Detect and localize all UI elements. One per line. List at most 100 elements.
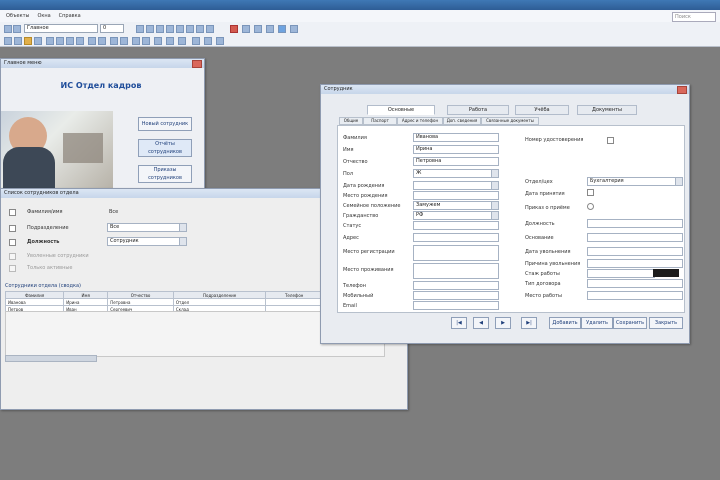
menu-item-objects[interactable]: Объекты bbox=[6, 13, 30, 19]
chart-icon[interactable] bbox=[120, 37, 128, 45]
find-icon[interactable] bbox=[166, 25, 174, 33]
delete-icon[interactable] bbox=[98, 37, 106, 45]
filter-checkbox-department[interactable] bbox=[9, 225, 16, 232]
window-icon[interactable] bbox=[192, 37, 200, 45]
open-icon[interactable] bbox=[14, 37, 22, 45]
sex-select[interactable]: Ж bbox=[413, 169, 499, 178]
filter-checkbox-active[interactable] bbox=[9, 265, 16, 272]
filter-department-select[interactable]: Все bbox=[107, 223, 187, 232]
column-header-department[interactable]: Подразделение bbox=[172, 291, 267, 299]
back-icon[interactable] bbox=[4, 25, 12, 33]
column-header-firstname[interactable]: Имя bbox=[63, 291, 109, 299]
user-icon[interactable] bbox=[132, 37, 140, 45]
registration-field[interactable] bbox=[413, 245, 499, 261]
menu-item-help[interactable]: Справка bbox=[59, 13, 81, 19]
filter-checkbox-name[interactable] bbox=[9, 209, 16, 216]
department-select[interactable]: Бухгалтерия bbox=[587, 177, 683, 186]
calendar-icon[interactable] bbox=[278, 25, 286, 33]
exit-icon[interactable] bbox=[216, 37, 224, 45]
subtab-general[interactable]: Общие bbox=[339, 117, 363, 125]
save-icon[interactable] bbox=[34, 37, 42, 45]
horizontal-scrollbar[interactable] bbox=[5, 355, 97, 362]
birthdate-field[interactable] bbox=[413, 181, 499, 190]
forward-icon[interactable] bbox=[13, 25, 21, 33]
tab-study[interactable]: Учёба bbox=[515, 105, 569, 115]
contract-type-field[interactable] bbox=[587, 279, 683, 288]
basis-field[interactable] bbox=[587, 233, 683, 242]
settings-icon[interactable] bbox=[254, 25, 262, 33]
close-icon[interactable] bbox=[192, 60, 202, 68]
prev-record-button[interactable]: ◀ bbox=[473, 317, 489, 329]
edit-icon[interactable] bbox=[88, 37, 96, 45]
close-icon[interactable] bbox=[677, 86, 687, 94]
status-field[interactable] bbox=[413, 221, 499, 230]
firstname-field[interactable]: Ирина bbox=[413, 145, 499, 154]
workplace-field[interactable] bbox=[587, 291, 683, 300]
experience-field[interactable] bbox=[587, 269, 655, 278]
grid-icon[interactable] bbox=[56, 37, 64, 45]
new-employee-button[interactable]: Новый сотрудник bbox=[138, 117, 192, 131]
filter-position-select[interactable]: Сотрудник bbox=[107, 237, 187, 246]
tile-icon[interactable] bbox=[204, 37, 212, 45]
filter-checkbox-dismissed[interactable] bbox=[9, 253, 16, 260]
tab-work[interactable]: Работа bbox=[447, 105, 509, 115]
subtab-extra[interactable]: Доп. сведения bbox=[443, 117, 481, 125]
cut-icon[interactable] bbox=[156, 25, 164, 33]
tab-documents[interactable]: Документы bbox=[577, 105, 637, 115]
birthplace-field[interactable] bbox=[413, 191, 499, 200]
paste-icon[interactable] bbox=[146, 25, 154, 33]
table-cell[interactable]: Иванова bbox=[4, 298, 65, 306]
column-header-phone[interactable]: Телефон bbox=[265, 291, 323, 299]
delete-button[interactable]: Удалить bbox=[581, 317, 613, 329]
users-icon[interactable] bbox=[142, 37, 150, 45]
id-number-checkbox[interactable] bbox=[607, 137, 614, 144]
new-icon[interactable] bbox=[4, 37, 12, 45]
tab-main[interactable]: Основные bbox=[367, 105, 435, 115]
phone-field[interactable] bbox=[413, 281, 499, 290]
dismissal-reason-field[interactable] bbox=[587, 259, 683, 268]
calendar-icon[interactable] bbox=[491, 182, 498, 189]
close-button[interactable]: Закрыть bbox=[649, 317, 683, 329]
subtab-related[interactable]: Связанные документы bbox=[481, 117, 539, 125]
citizenship-select[interactable]: РФ bbox=[413, 211, 499, 220]
print-icon[interactable] bbox=[176, 25, 184, 33]
first-record-button[interactable]: |◀ bbox=[451, 317, 467, 329]
add-button[interactable]: Добавить bbox=[549, 317, 581, 329]
calc-icon[interactable] bbox=[266, 25, 274, 33]
hire-date-checkbox[interactable] bbox=[587, 189, 594, 196]
column-header-middlename[interactable]: Отчество bbox=[107, 291, 174, 299]
column-header-lastname[interactable]: Фамилия bbox=[4, 291, 65, 299]
help-icon[interactable] bbox=[290, 25, 298, 33]
stop-icon[interactable] bbox=[230, 25, 238, 33]
list-icon[interactable] bbox=[46, 37, 54, 45]
employee-orders-button[interactable]: Приказы сотрудников bbox=[138, 165, 192, 183]
table-cell[interactable]: Ирина bbox=[63, 298, 109, 306]
preview-icon[interactable] bbox=[186, 25, 194, 33]
employee-reports-button[interactable]: Отчёты сотрудников bbox=[138, 139, 192, 157]
subtab-address[interactable]: Адрес и телефон bbox=[397, 117, 443, 125]
search-input[interactable]: Поиск bbox=[672, 12, 716, 22]
undo-icon[interactable] bbox=[196, 25, 204, 33]
folder-icon[interactable] bbox=[24, 37, 32, 45]
save-button[interactable]: Сохранить bbox=[613, 317, 647, 329]
info-icon[interactable] bbox=[178, 37, 186, 45]
table-cell[interactable]: Петровна bbox=[107, 298, 174, 306]
table-cell[interactable] bbox=[265, 298, 323, 306]
report-icon[interactable] bbox=[110, 37, 118, 45]
mobile-field[interactable] bbox=[413, 291, 499, 300]
mail-icon[interactable] bbox=[154, 37, 162, 45]
redo-icon[interactable] bbox=[206, 25, 214, 33]
last-record-button[interactable]: ▶| bbox=[521, 317, 537, 329]
lastname-field[interactable]: Иванова bbox=[413, 133, 499, 142]
dismissal-date-field[interactable] bbox=[587, 247, 683, 256]
subtab-passport[interactable]: Паспорт bbox=[363, 117, 397, 125]
marital-select[interactable]: Замужем bbox=[413, 201, 499, 210]
hire-order-radio[interactable] bbox=[587, 203, 594, 210]
email-field[interactable] bbox=[413, 301, 499, 310]
next-record-button[interactable]: ▶ bbox=[495, 317, 511, 329]
sort-icon[interactable] bbox=[76, 37, 84, 45]
position-field[interactable] bbox=[587, 219, 683, 228]
filter-checkbox-position[interactable] bbox=[9, 239, 16, 246]
table-cell[interactable]: Отдел bbox=[172, 298, 267, 306]
address-field[interactable] bbox=[413, 233, 499, 242]
